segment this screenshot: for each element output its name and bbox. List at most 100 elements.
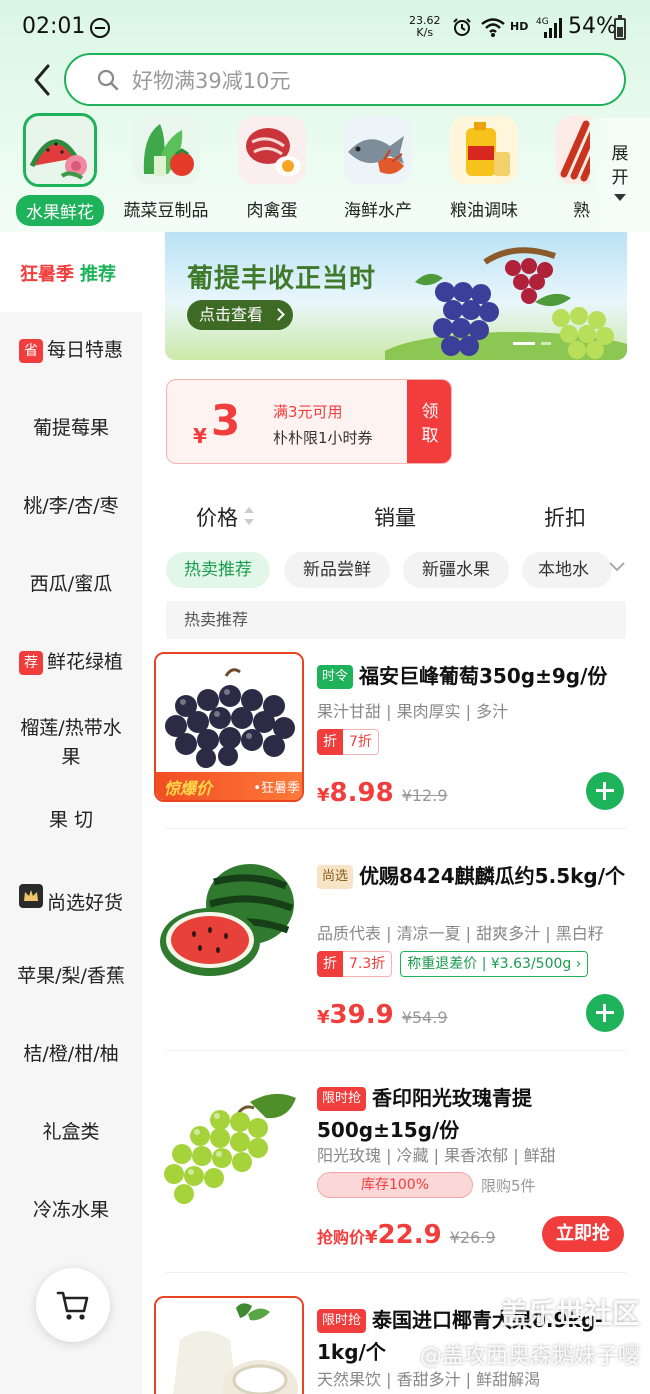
add-to-cart-button[interactable] (586, 994, 624, 1032)
coupon-description: 朴朴限1小时券 (273, 429, 373, 447)
sort-by-discount[interactable]: 折扣 (544, 502, 586, 532)
banner-view-button[interactable]: 点击查看 (187, 300, 294, 330)
sidebar-item-tropical[interactable]: 榴莲/热带水果 (0, 714, 142, 772)
sidebar-item-gift-box[interactable]: 礼盒类 (0, 1118, 142, 1147)
divider (166, 1050, 626, 1051)
sidebar-item-cut-fruit[interactable]: 果 切 (0, 806, 142, 835)
sidebar-item-grapes-berries[interactable]: 葡提莓果 (0, 414, 142, 443)
green-grape-image (154, 1074, 304, 1224)
sidebar-featured-label: 狂暑季 推荐 (20, 260, 116, 286)
back-icon[interactable] (28, 62, 58, 98)
discount-tag: 折 7折 (317, 729, 379, 755)
sidebar-item-daily-deals[interactable]: 省每日特惠 (0, 336, 142, 365)
sidebar-item-stone-fruit[interactable]: 桃/李/杏/枣 (0, 492, 142, 521)
product-title-block: 尚选 优赐8424麒麟瓜约5.5kg/个 (317, 860, 629, 892)
search-input[interactable]: 好物满39减10元 (64, 53, 626, 106)
fruit-flower-icon (23, 113, 97, 187)
claim-label-2: 取 (421, 426, 439, 446)
sidebar-item-apple-pear-banana[interactable]: 苹果/梨/香蕉 (0, 962, 142, 991)
price-block: ¥39.9 ¥54.9 (317, 1000, 448, 1030)
chip-xinjiang[interactable]: 新疆水果 (403, 552, 509, 588)
coconut-image (156, 1298, 302, 1394)
price-block: ¥8.98 ¥12.9 (317, 778, 448, 808)
sidebar-item-flowers-plants[interactable]: 荐鲜花绿植 (0, 648, 142, 677)
banner-button-label: 点击查看 (199, 305, 264, 324)
alarm-icon (453, 18, 471, 36)
sidebar-item-label: 每日特惠 (46, 339, 123, 361)
sidebar-item-label: 礼盒类 (42, 1121, 100, 1143)
price-value: 22.9 (377, 1220, 442, 1250)
flash-sale-tag: 限时抢 (317, 1087, 367, 1111)
header: 02:01 23.62 K/s HD 4G 54% 好物满39减10元 水果鲜花… (0, 0, 650, 232)
sort-by-sales[interactable]: 销量 (374, 502, 416, 532)
stock-progress: 库存100% (317, 1172, 473, 1198)
battery-percent: 54% (568, 14, 617, 39)
chevron-right-icon (272, 308, 285, 321)
add-to-cart-button[interactable] (586, 772, 624, 810)
divider (166, 1272, 626, 1273)
sidebar-item-citrus[interactable]: 桔/橙/柑/柚 (0, 1040, 142, 1069)
category-item-seafood[interactable]: 海鲜水产 (328, 116, 428, 221)
search-placeholder: 好物满39减10元 (132, 68, 291, 93)
wifi-icon (481, 18, 505, 37)
chip-new[interactable]: 新品尝鲜 (284, 552, 390, 588)
price-prefix: 抢购价 (317, 1228, 366, 1247)
product-card[interactable]: 尚选 优赐8424麒麟瓜约5.5kg/个 品质代表 | 清凉一夏 | 甜爽多汁 |… (142, 838, 650, 1060)
cart-button[interactable] (36, 1268, 110, 1342)
price-block: 抢购价¥22.9 ¥26.9 (317, 1220, 496, 1250)
category-label: 粮油调味 (450, 201, 518, 221)
seasonal-tag: 时令 (317, 665, 354, 689)
claim-label-1: 领 (421, 402, 439, 422)
network-speed-unit: K/s (416, 26, 434, 39)
weight-refund-tag[interactable]: 称重退差价 | ¥3.63/500g › (400, 951, 589, 977)
save-badge-icon: 省 (18, 339, 43, 363)
grab-now-button[interactable]: 立即抢 (542, 1216, 624, 1252)
sidebar-item-label: 西瓜/蜜瓜 (29, 573, 113, 595)
price-currency: ¥ (317, 785, 330, 806)
carousel-indicator (513, 342, 551, 345)
status-time: 02:01 (22, 14, 86, 39)
sidebar-item-selected-goods[interactable]: 尚选好货 (0, 884, 142, 918)
sidebar-item-label: 榴莲/热带水果 (20, 717, 122, 768)
chip-local[interactable]: 本地水 (522, 552, 612, 588)
product-card[interactable]: 限时抢 香印阳光玫瑰青提500g±15g/份 阳光玫瑰 | 冷藏 | 果香浓郁 |… (142, 1060, 650, 1282)
category-item-vegetable[interactable]: 蔬菜豆制品 (116, 116, 216, 221)
chevron-down-icon[interactable] (608, 560, 626, 574)
stock-row: 库存100% 限购5件 (317, 1172, 536, 1198)
category-label: 海鲜水产 (344, 201, 412, 221)
sidebar-item-frozen-fruit[interactable]: 冷冻水果 (0, 1196, 142, 1225)
divider (166, 828, 626, 829)
meat-egg-icon (238, 116, 306, 184)
purchase-limit: 限购5件 (481, 1176, 536, 1195)
chip-hot[interactable]: 热卖推荐 (166, 552, 270, 588)
category-item-meat-egg[interactable]: 肉禽蛋 (222, 116, 322, 221)
expand-categories-button[interactable]: 展开 (590, 118, 650, 228)
watermelon-image (154, 852, 304, 1002)
category-row: 水果鲜花 蔬菜豆制品 肉禽蛋 海鲜水产 粮油调味 熟 (0, 112, 590, 230)
category-sidebar: 狂暑季 推荐 省每日特惠 葡提莓果 桃/李/杏/枣 西瓜/蜜瓜 荐鲜花绿植 榴莲/… (0, 232, 142, 1394)
price-value: 8.98 (329, 778, 394, 808)
claim-coupon-button[interactable]: 领 取 (407, 380, 451, 463)
category-item-grain-oil[interactable]: 粮油调味 (434, 116, 534, 221)
category-item-cooked-food[interactable]: 熟食 (540, 116, 590, 221)
search-icon (97, 69, 119, 90)
category-label: 肉禽蛋 (246, 201, 298, 221)
product-title-block: 时令 福安巨峰葡萄350g±9g/份 (317, 660, 629, 692)
category-label: 蔬菜豆制品 (123, 201, 209, 221)
do-not-disturb-icon (90, 18, 110, 38)
category-item-fruit-flower[interactable]: 水果鲜花 (10, 113, 110, 226)
product-card[interactable]: 惊爆价 •狂暑季 时令 福安巨峰葡萄350g±9g/份 果汁甘甜 | 果肉厚实 |… (142, 638, 650, 860)
product-title: 优赐8424麒麟瓜约5.5kg/个 (359, 864, 626, 888)
product-subtitle: 果汁甘甜 | 果肉厚实 | 多汁 (317, 702, 509, 721)
original-price: ¥54.9 (401, 1008, 448, 1027)
category-label: 水果鲜花 (16, 195, 104, 226)
sidebar-item-melons[interactable]: 西瓜/蜜瓜 (0, 570, 142, 599)
sidebar-item-label: 鲜花绿植 (46, 651, 123, 673)
sidebar-item-featured[interactable]: 狂暑季 推荐 (0, 232, 142, 312)
crown-badge-icon (18, 884, 43, 908)
sidebar-item-label: 尚选好货 (46, 892, 123, 914)
promo-banner[interactable]: 葡提丰收正当时 点击查看 (165, 232, 627, 360)
sort-by-price[interactable]: 价格 (196, 502, 238, 532)
signal-icon: 4G (536, 17, 562, 38)
battery-icon (614, 15, 626, 40)
